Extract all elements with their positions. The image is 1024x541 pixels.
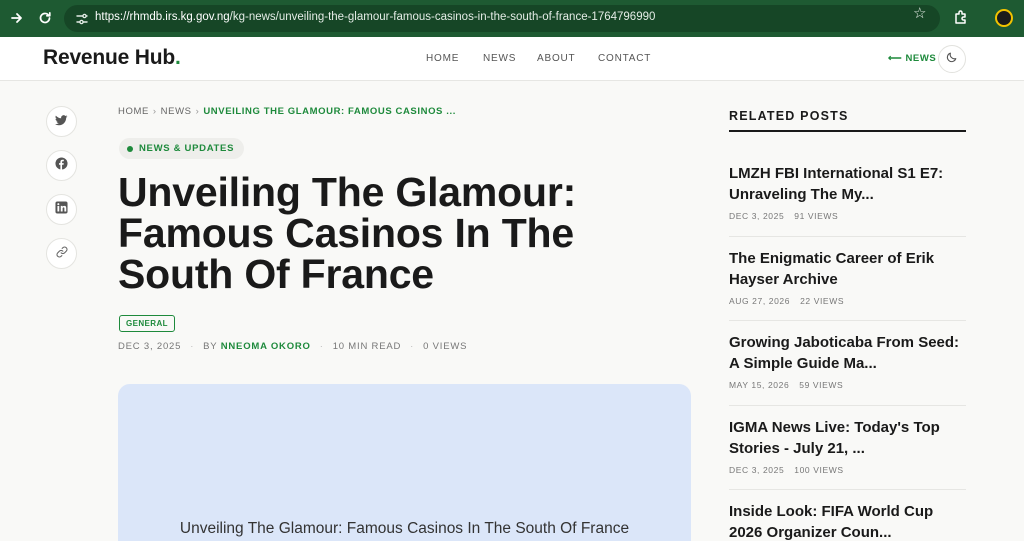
meta-separator: · xyxy=(190,341,195,352)
browser-toolbar: https://rhmdb.irs.kg.gov.ng/kg-news/unve… xyxy=(0,0,1024,37)
category-pill[interactable]: NEWS & UPDATES xyxy=(119,138,245,159)
related-post[interactable]: IGMA News Live: Today's Top Stories - Ju… xyxy=(729,417,966,475)
related-post-date: MAY 15, 2026 xyxy=(729,380,790,390)
link-icon xyxy=(56,245,68,263)
url-text[interactable]: https://rhmdb.irs.kg.gov.ng/kg-news/unve… xyxy=(95,11,655,23)
tag-badge[interactable]: GENERAL xyxy=(119,315,175,332)
publish-date: DEC 3, 2025 xyxy=(118,341,182,352)
breadcrumb-separator: › xyxy=(195,106,200,117)
post-divider xyxy=(729,320,966,321)
related-post-title[interactable]: Inside Look: FIFA World Cup 2026 Organiz… xyxy=(729,501,966,541)
related-post-title[interactable]: The Enigmatic Career of Erik Hayser Arch… xyxy=(729,248,966,290)
forward-arrow-icon[interactable] xyxy=(6,7,28,29)
related-post-meta: MAY 15, 2026 59 VIEWS xyxy=(729,380,966,390)
article-title: Unveiling The Glamour: Famous Casinos In… xyxy=(118,169,577,297)
category-dot-icon xyxy=(127,145,133,152)
view-count: 0 VIEWS xyxy=(423,341,468,352)
linkedin-icon xyxy=(55,200,68,219)
related-post[interactable]: Inside Look: FIFA World Cup 2026 Organiz… xyxy=(729,501,966,541)
moon-icon xyxy=(946,50,958,68)
address-bar[interactable]: https://rhmdb.irs.kg.gov.ng/kg-news/unve… xyxy=(64,5,940,32)
nav-home[interactable]: HOME xyxy=(426,53,459,64)
heading-divider xyxy=(729,130,966,132)
related-post-date: AUG 27, 2026 xyxy=(729,296,791,306)
reload-icon[interactable] xyxy=(34,7,56,29)
url-path: /kg-news/unveiling-the-glamour-famous-ca… xyxy=(229,11,656,23)
category-label: NEWS & UPDATES xyxy=(139,143,235,154)
hero-image: Unveiling The Glamour: Famous Casinos In… xyxy=(118,384,691,541)
related-post-date: DEC 3, 2025 xyxy=(729,211,785,221)
profile-avatar[interactable] xyxy=(995,9,1013,27)
url-host: https://rhmdb.irs.kg.gov.ng xyxy=(95,11,230,23)
site-settings-icon[interactable] xyxy=(74,11,90,27)
dark-mode-toggle[interactable] xyxy=(938,45,966,73)
share-facebook-button[interactable] xyxy=(46,150,77,181)
back-to-news-link[interactable]: ⟵ NEWS xyxy=(888,53,936,64)
post-divider xyxy=(729,236,966,237)
facebook-icon xyxy=(55,156,68,175)
article-meta: DEC 3, 2025 · BY NNEOMA OKORO · 10 MIN READ ·… xyxy=(118,341,467,352)
site-header: Revenue Hub. HOME NEWS ABOUT CONTACT ⟵ N… xyxy=(0,37,1024,81)
copy-link-button[interactable] xyxy=(46,238,77,269)
share-twitter-button[interactable] xyxy=(46,106,77,137)
related-post-date: DEC 3, 2025 xyxy=(729,465,785,475)
related-post-meta: AUG 27, 2026 22 VIEWS xyxy=(729,296,966,306)
related-post-title[interactable]: Growing Jaboticaba From Seed: A Simple G… xyxy=(729,332,966,374)
breadcrumb-news[interactable]: NEWS xyxy=(161,106,192,117)
related-post[interactable]: The Enigmatic Career of Erik Hayser Arch… xyxy=(729,248,966,306)
extensions-icon[interactable] xyxy=(952,8,970,26)
by-label: BY xyxy=(203,341,218,352)
logo-text: Revenue Hub xyxy=(43,46,175,69)
related-post-title[interactable]: LMZH FBI International S1 E7: Unraveling… xyxy=(729,163,966,205)
related-post[interactable]: Growing Jaboticaba From Seed: A Simple G… xyxy=(729,332,966,390)
logo-dot: . xyxy=(175,46,181,69)
related-post[interactable]: LMZH FBI International S1 E7: Unraveling… xyxy=(729,163,966,221)
breadcrumb-separator: › xyxy=(152,106,157,117)
related-post-views: 59 VIEWS xyxy=(799,380,844,390)
nav-about[interactable]: ABOUT xyxy=(537,53,575,64)
related-post-meta: DEC 3, 2025 100 VIEWS xyxy=(729,465,966,475)
related-post-views: 22 VIEWS xyxy=(800,296,845,306)
meta-separator: · xyxy=(410,341,415,352)
related-posts-heading: RELATED POSTS xyxy=(729,109,849,123)
meta-separator: · xyxy=(319,341,324,352)
post-divider xyxy=(729,489,966,490)
site-logo[interactable]: Revenue Hub. xyxy=(43,46,181,70)
nav-contact[interactable]: CONTACT xyxy=(598,53,651,64)
post-divider xyxy=(729,405,966,406)
breadcrumb: HOME › NEWS › UNVEILING THE GLAMOUR: FAMOUS … xyxy=(118,106,456,117)
related-post-views: 91 VIEWS xyxy=(794,211,839,221)
bookmark-star-icon[interactable]: ☆ xyxy=(913,4,926,22)
breadcrumb-current: UNVEILING THE GLAMOUR: FAMOUS CASINOS ..… xyxy=(203,106,456,117)
hero-caption: Unveiling The Glamour: Famous Casinos In… xyxy=(179,520,630,537)
twitter-icon xyxy=(55,113,68,131)
related-post-meta: DEC 3, 2025 91 VIEWS xyxy=(729,211,966,221)
share-linkedin-button[interactable] xyxy=(46,194,77,225)
nav-news[interactable]: NEWS xyxy=(483,53,516,64)
read-time: 10 MIN READ xyxy=(332,341,402,352)
related-post-title[interactable]: IGMA News Live: Today's Top Stories - Ju… xyxy=(729,417,966,459)
breadcrumb-home[interactable]: HOME xyxy=(118,106,149,117)
author-link[interactable]: NNEOMA OKORO xyxy=(221,341,311,352)
related-post-views: 100 VIEWS xyxy=(794,465,844,475)
